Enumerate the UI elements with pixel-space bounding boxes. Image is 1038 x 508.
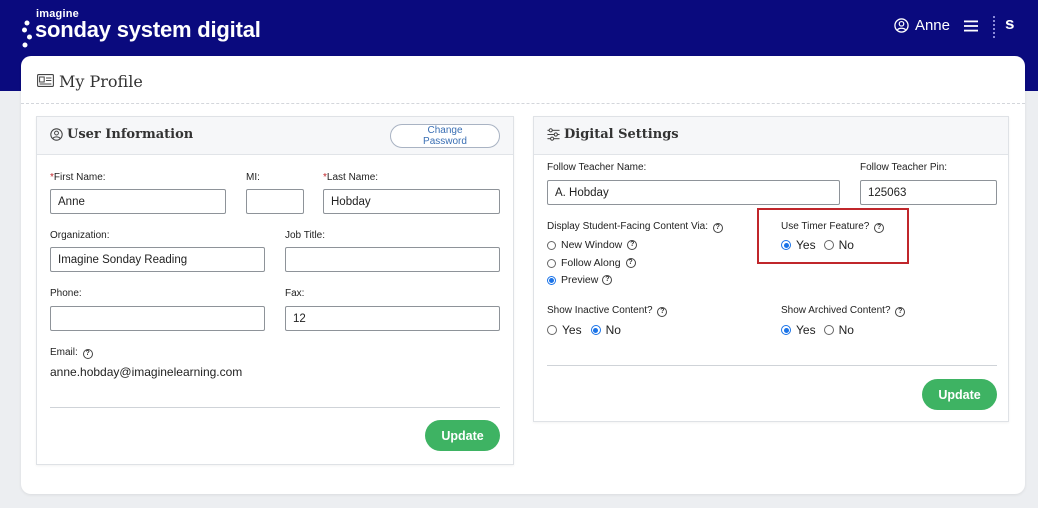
preview-label: Preview bbox=[561, 274, 599, 286]
hamburger-menu-icon[interactable] bbox=[964, 20, 978, 32]
help-icon[interactable]: ? bbox=[657, 307, 668, 317]
mi-input[interactable] bbox=[246, 189, 304, 214]
timer-highlight-box bbox=[757, 208, 909, 264]
inactive-label: Show Inactive Content? ? bbox=[547, 305, 668, 317]
new-window-option[interactable]: New Window ? bbox=[547, 239, 638, 251]
timer-no-radio[interactable] bbox=[823, 240, 834, 250]
timer-label: Use Timer Feature? ? bbox=[781, 221, 885, 233]
user-name[interactable]: Anne bbox=[915, 17, 950, 34]
page-title: My Profile bbox=[59, 72, 143, 91]
header-divider bbox=[993, 16, 995, 38]
phone-label: Phone: bbox=[50, 288, 82, 299]
help-icon[interactable]: ? bbox=[895, 307, 906, 317]
preview-option[interactable]: Preview ? bbox=[547, 274, 613, 286]
change-password-button[interactable]: Change Password bbox=[390, 124, 500, 148]
job-title-label: Job Title: bbox=[285, 230, 326, 241]
new-window-label: New Window bbox=[561, 239, 623, 251]
logo-dots-icon bbox=[22, 20, 32, 48]
user-information-header: User Information Change Password bbox=[37, 117, 513, 155]
s-logo-icon[interactable]: s bbox=[1005, 14, 1014, 34]
help-icon[interactable]: ? bbox=[602, 275, 613, 285]
inactive-options: Yes No bbox=[547, 323, 621, 337]
inactive-no-radio[interactable] bbox=[590, 325, 601, 335]
help-icon[interactable]: ? bbox=[625, 258, 636, 268]
archived-no-label: No bbox=[838, 323, 854, 337]
id-card-icon bbox=[37, 74, 54, 92]
user-information-panel: User Information Change Password *First … bbox=[36, 116, 514, 465]
email-value: anne.hobday@imaginelearning.com bbox=[50, 365, 243, 379]
user-circle-icon bbox=[50, 128, 63, 146]
follow-teacher-name-input[interactable] bbox=[547, 180, 840, 205]
timer-yes-radio[interactable] bbox=[781, 240, 791, 250]
first-name-input[interactable] bbox=[50, 189, 226, 214]
follow-teacher-pin-input[interactable] bbox=[860, 180, 997, 205]
help-icon[interactable]: ? bbox=[627, 240, 638, 250]
archived-label: Show Archived Content? ? bbox=[781, 305, 906, 317]
last-name-label: *Last Name: bbox=[323, 172, 379, 183]
timer-yes-label: Yes bbox=[796, 238, 816, 252]
new-window-radio[interactable] bbox=[547, 240, 556, 250]
help-icon[interactable]: ? bbox=[712, 223, 723, 233]
divider bbox=[50, 407, 500, 408]
profile-card: My Profile User Information Change Passw… bbox=[21, 56, 1025, 494]
user-menu[interactable]: Anne bbox=[894, 17, 978, 34]
follow-teacher-pin-label: Follow Teacher Pin: bbox=[860, 162, 948, 173]
archived-yes-label: Yes bbox=[796, 323, 816, 337]
fax-input[interactable] bbox=[285, 306, 500, 331]
display-via-label: Display Student-Facing Content Via: ? bbox=[547, 221, 723, 233]
digital-settings-panel: Digital Settings Follow Teacher Name: Fo… bbox=[533, 116, 1009, 422]
divider bbox=[547, 365, 997, 366]
follow-along-radio[interactable] bbox=[547, 258, 556, 268]
inactive-no-label: No bbox=[605, 323, 621, 337]
brand-main-text: sonday system digital bbox=[35, 17, 261, 42]
follow-teacher-name-label: Follow Teacher Name: bbox=[547, 162, 647, 173]
timer-no-label: No bbox=[838, 238, 854, 252]
digital-settings-title: Digital Settings bbox=[564, 127, 679, 142]
archived-options: Yes No bbox=[781, 323, 854, 337]
help-icon[interactable]: ? bbox=[82, 349, 93, 359]
preview-radio[interactable] bbox=[547, 275, 556, 285]
digital-settings-update-button[interactable]: Update bbox=[922, 379, 997, 410]
user-circle-icon bbox=[894, 18, 909, 33]
digital-settings-header: Digital Settings bbox=[534, 117, 1008, 155]
timer-options: Yes No bbox=[781, 238, 854, 252]
fax-label: Fax: bbox=[285, 288, 305, 299]
help-icon[interactable]: ? bbox=[874, 223, 885, 233]
follow-along-label: Follow Along bbox=[561, 257, 621, 269]
follow-along-option[interactable]: Follow Along ? bbox=[547, 257, 636, 269]
first-name-label: *First Name: bbox=[50, 172, 106, 183]
user-information-title: User Information bbox=[67, 127, 194, 142]
inactive-yes-radio[interactable] bbox=[547, 325, 557, 335]
phone-input[interactable] bbox=[50, 306, 265, 331]
mi-label: MI: bbox=[246, 172, 260, 183]
email-label: Email: ? bbox=[50, 347, 93, 359]
last-name-input[interactable] bbox=[323, 189, 500, 214]
page-header: My Profile bbox=[21, 56, 1025, 104]
organization-label: Organization: bbox=[50, 230, 110, 241]
archived-yes-radio[interactable] bbox=[781, 325, 791, 335]
job-title-input[interactable] bbox=[285, 247, 500, 272]
archived-no-radio[interactable] bbox=[823, 325, 834, 335]
inactive-yes-label: Yes bbox=[562, 323, 582, 337]
organization-input[interactable] bbox=[50, 247, 265, 272]
user-info-update-button[interactable]: Update bbox=[425, 420, 500, 451]
sliders-icon bbox=[547, 128, 560, 146]
